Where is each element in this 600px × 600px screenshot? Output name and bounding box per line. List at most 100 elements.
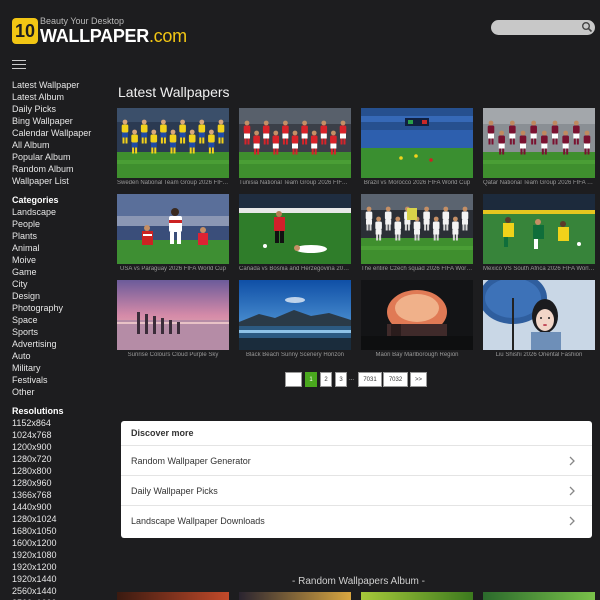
wallpaper-card[interactable]: Tunisia National Team Group 2026 FIFA Wo…	[239, 108, 351, 190]
wallpaper-caption[interactable]: Maori Bay Marlborough Region	[361, 352, 473, 358]
resolution-link-1280x800[interactable]: 1280x800	[12, 465, 112, 477]
wallpaper-caption[interactable]: Tunisia National Team Group 2026 FIFA Wo…	[239, 180, 351, 186]
category-link-plants[interactable]: Plants	[12, 230, 112, 242]
sidebar: Latest Wallpaper Latest Album Daily Picks B…	[12, 79, 112, 600]
wallpaper-caption[interactable]: Liu Shishi 2026 Oriental Fashion	[483, 352, 595, 358]
wallpaper-caption[interactable]: Sunrise Colours Cloud Purple Sky	[117, 352, 229, 358]
resolution-link-1440x900[interactable]: 1440x900	[12, 501, 112, 513]
category-link-space[interactable]: Space	[12, 314, 112, 326]
category-link-animal[interactable]: Animal	[12, 242, 112, 254]
resolution-link-1200x900[interactable]: 1200x900	[12, 441, 112, 453]
resolution-link-1280x720[interactable]: 1280x720	[12, 453, 112, 465]
discover-item[interactable]: Random Wallpaper Generator	[121, 445, 592, 475]
wallpaper-card[interactable]: Black Beach Sunny Scenery Horizon	[239, 280, 351, 362]
page-2-button[interactable]: 2	[320, 372, 332, 387]
wallpaper-thumbnail[interactable]	[239, 280, 351, 350]
category-link-moive[interactable]: Moive	[12, 254, 112, 266]
resolution-link-1680x1050[interactable]: 1680x1050	[12, 525, 112, 537]
page-prev-button[interactable]	[285, 372, 302, 387]
wallpaper-thumbnail[interactable]	[483, 280, 595, 350]
sidebar-link-latest-album[interactable]: Latest Album	[12, 91, 112, 103]
category-link-auto[interactable]: Auto	[12, 350, 112, 362]
wallpaper-card[interactable]: Sunrise Colours Cloud Purple Sky	[117, 280, 229, 362]
wallpaper-caption[interactable]: Black Beach Sunny Scenery Horizon	[239, 352, 351, 358]
category-link-landscape[interactable]: Landscape	[12, 206, 112, 218]
search-input[interactable]	[491, 20, 595, 35]
wallpaper-thumbnail[interactable]	[117, 108, 229, 178]
discover-item[interactable]: Landscape Wallpaper Downloads	[121, 505, 592, 535]
wallpaper-card[interactable]: The entire Czech squad 2026 FIFA World C…	[361, 194, 473, 276]
logo-word: WALLPAPER	[40, 26, 149, 46]
category-link-sports[interactable]: Sports	[12, 326, 112, 338]
category-link-game[interactable]: Game	[12, 266, 112, 278]
category-link-advertising[interactable]: Advertising	[12, 338, 112, 350]
wallpaper-card[interactable]: USA vs Paraguay 2026 FIFA World Cup	[117, 194, 229, 276]
resolution-link-1280x1024[interactable]: 1280x1024	[12, 513, 112, 525]
wallpaper-thumbnail[interactable]	[117, 280, 229, 350]
wallpaper-caption[interactable]: The entire Czech squad 2026 FIFA World C…	[361, 266, 473, 272]
category-link-military[interactable]: Military	[12, 362, 112, 374]
random-album-heading: - Random Wallpapers Album -	[291, 576, 425, 587]
category-link-photography[interactable]: Photography	[12, 302, 112, 314]
wallpaper-thumbnail[interactable]	[361, 194, 473, 264]
wallpaper-thumbnail[interactable]	[361, 108, 473, 178]
wallpaper-thumbnail[interactable]	[117, 194, 229, 264]
sidebar-link-latest-wallpaper[interactable]: Latest Wallpaper	[12, 79, 112, 91]
page-3-button[interactable]: 3	[335, 372, 347, 387]
discover-item-label: Landscape Wallpaper Downloads	[131, 516, 265, 526]
wallpaper-caption[interactable]: USA vs Paraguay 2026 FIFA World Cup	[117, 266, 229, 272]
wallpaper-card[interactable]: Mexico VS South Africa 2026 FIFA World C…	[483, 194, 595, 276]
wallpaper-card[interactable]: Canada vs Bosnia and Herzegovina 2026 FI…	[239, 194, 351, 276]
wallpaper-card[interactable]: Sweden National Team Group 2026 FIFA Wor…	[117, 108, 229, 190]
wallpaper-caption[interactable]: Qatar National Team Group 2026 FIFA Worl…	[483, 180, 595, 186]
resolution-link-1366x768[interactable]: 1366x768	[12, 489, 112, 501]
hamburger-menu-icon[interactable]	[12, 60, 26, 70]
resolution-link-1024x768[interactable]: 1024x768	[12, 429, 112, 441]
pagination-ellipsis: ...	[349, 376, 355, 382]
random-album-thumbnail[interactable]	[117, 592, 229, 600]
random-album-thumbnail[interactable]	[483, 592, 595, 600]
sidebar-link-daily-picks[interactable]: Daily Picks	[12, 103, 112, 115]
wallpaper-thumbnail[interactable]	[239, 194, 351, 264]
wallpaper-caption[interactable]: Brazil vs Morocco 2026 FIFA World Cup	[361, 180, 473, 186]
resolution-link-1920x1080[interactable]: 1920x1080	[12, 549, 112, 561]
sidebar-link-calendar-wallpaper[interactable]: Calendar Wallpaper	[12, 127, 112, 139]
sidebar-link-wallpaper-list[interactable]: Wallpaper List	[12, 175, 112, 187]
wallpaper-thumbnail[interactable]	[483, 108, 595, 178]
wallpaper-thumbnail[interactable]	[239, 108, 351, 178]
wallpaper-card[interactable]: Qatar National Team Group 2026 FIFA Worl…	[483, 108, 595, 190]
wallpaper-thumbnail[interactable]	[361, 280, 473, 350]
wallpaper-caption[interactable]: Canada vs Bosnia and Herzegovina 2026 FI…	[239, 266, 351, 272]
sidebar-link-random-album[interactable]: Random Album	[12, 163, 112, 175]
page-next-button[interactable]: >>	[410, 372, 427, 387]
wallpaper-card[interactable]: Liu Shishi 2026 Oriental Fashion	[483, 280, 595, 362]
category-link-festivals[interactable]: Festivals	[12, 374, 112, 386]
page-title: Latest Wallpapers	[118, 84, 230, 100]
sidebar-link-popular-album[interactable]: Popular Album	[12, 151, 112, 163]
resolution-link-1920x1200[interactable]: 1920x1200	[12, 561, 112, 573]
discover-item[interactable]: Daily Wallpaper Picks	[121, 475, 592, 505]
category-link-people[interactable]: People	[12, 218, 112, 230]
wallpaper-caption[interactable]: Sweden National Team Group 2026 FIFA Wor…	[117, 180, 229, 186]
category-link-other[interactable]: Other	[12, 386, 112, 398]
chevron-right-icon	[569, 456, 575, 466]
resolution-link-1600x1200[interactable]: 1600x1200	[12, 537, 112, 549]
resolution-link-1152x864[interactable]: 1152x864	[12, 417, 112, 429]
logo-wordmark: WALLPAPER.com	[40, 26, 187, 47]
sidebar-link-all-album[interactable]: All Album	[12, 139, 112, 151]
page-1-button[interactable]: 1	[305, 372, 317, 387]
sidebar-link-bing-wallpaper[interactable]: Bing Wallpaper	[12, 115, 112, 127]
wallpaper-card[interactable]: Maori Bay Marlborough Region	[361, 280, 473, 362]
wallpaper-thumbnail[interactable]	[483, 194, 595, 264]
random-album-thumbnail[interactable]	[361, 592, 473, 600]
page-7032-button[interactable]: 7032	[383, 372, 408, 387]
wallpaper-card[interactable]: Brazil vs Morocco 2026 FIFA World Cup	[361, 108, 473, 190]
site-logo[interactable]: 10 Beauty Your Desktop WALLPAPER.com	[12, 16, 192, 46]
random-album-thumbnail[interactable]	[239, 592, 351, 600]
search-icon[interactable]	[581, 21, 593, 33]
resolution-link-1280x960[interactable]: 1280x960	[12, 477, 112, 489]
category-link-design[interactable]: Design	[12, 290, 112, 302]
category-link-city[interactable]: City	[12, 278, 112, 290]
wallpaper-caption[interactable]: Mexico VS South Africa 2026 FIFA World C…	[483, 266, 595, 272]
page-7031-button[interactable]: 7031	[358, 372, 382, 387]
